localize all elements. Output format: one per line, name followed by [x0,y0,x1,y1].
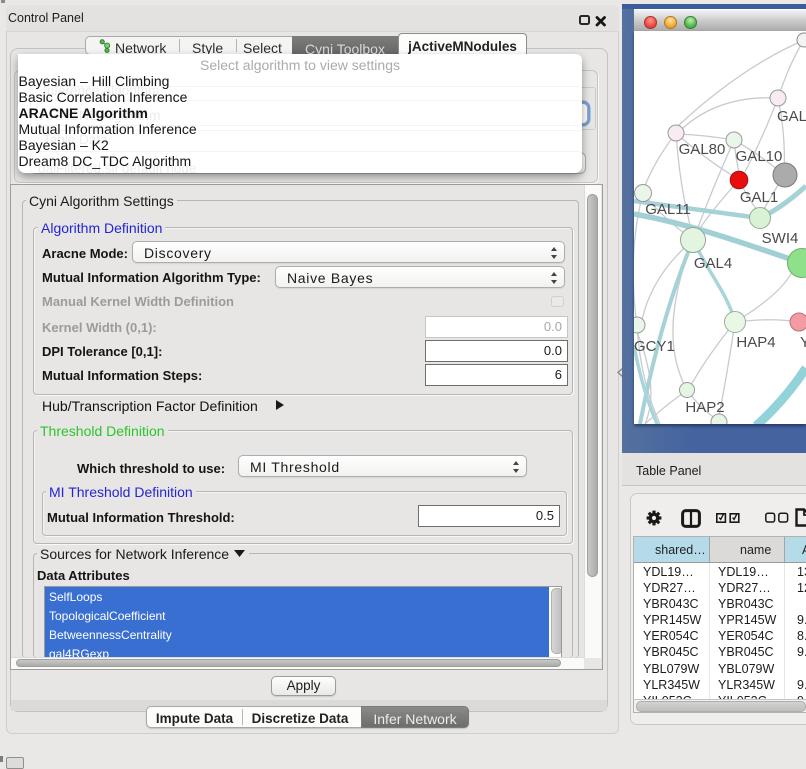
svg-text:GCY1: GCY1 [634,338,675,355]
svg-text:HAP4: HAP4 [736,334,775,351]
svg-text:GAL4: GAL4 [694,255,732,272]
svg-text:GAL80: GAL80 [679,141,726,158]
svg-text:HAP2: HAP2 [685,399,724,416]
svg-text:GAL2: GAL2 [777,108,806,125]
svg-text:YJ: YJ [800,334,806,351]
svg-text:GAL10: GAL10 [736,148,783,165]
svg-text:GAL11: GAL11 [645,201,691,218]
svg-text:SWI4: SWI4 [762,230,799,247]
svg-text:GAL1: GAL1 [740,189,778,206]
